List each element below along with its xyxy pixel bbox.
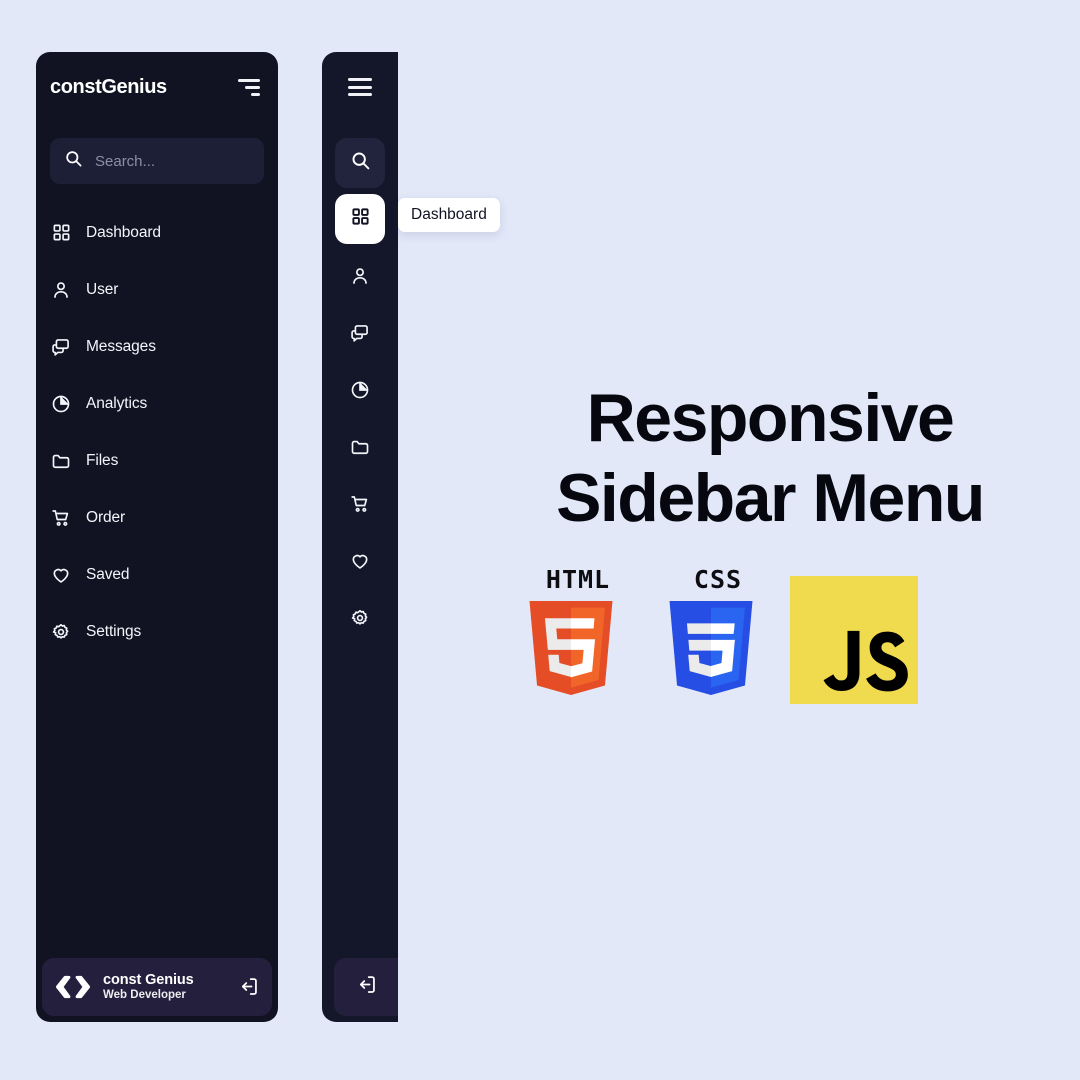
- collapsed-search-button[interactable]: [335, 138, 385, 188]
- gear-icon: [50, 621, 72, 643]
- expanded-sidebar: constGenius Search... Dashboard User Mes…: [36, 52, 278, 1022]
- sidebar-item-label: Saved: [86, 565, 130, 583]
- page-title-line-1: Responsive: [586, 380, 955, 456]
- collapsed-item-messages[interactable]: [335, 307, 385, 364]
- user-icon: [50, 279, 72, 301]
- collapsed-item-order[interactable]: [335, 478, 385, 535]
- sidebar-item-label: Settings: [86, 622, 142, 640]
- collapsed-item-settings[interactable]: [335, 592, 385, 649]
- cart-icon: [350, 494, 370, 519]
- sidebar-item-label: Messages: [86, 337, 156, 355]
- css3-logo-caption: CSS: [693, 565, 743, 594]
- collapsed-footer[interactable]: [334, 958, 398, 1016]
- sidebar-header: constGenius: [36, 52, 278, 122]
- search-placeholder: Search...: [95, 152, 156, 170]
- profile-name: const Genius: [103, 971, 194, 988]
- sidebar-item-saved[interactable]: Saved: [50, 546, 278, 603]
- collapsed-item-dashboard[interactable]: [335, 194, 385, 244]
- page-title-line-2: Sidebar Menu: [556, 460, 985, 537]
- heart-icon: [50, 564, 72, 586]
- sidebar-item-messages[interactable]: Messages: [50, 318, 278, 375]
- collapsed-item-analytics[interactable]: [335, 364, 385, 421]
- user-icon: [350, 266, 370, 291]
- sidebar-menu: Dashboard User Messages Analytics Files …: [36, 204, 278, 958]
- heart-icon: [350, 551, 370, 576]
- collapsed-menu: [322, 244, 398, 958]
- cart-icon: [50, 507, 72, 529]
- menu-collapse-icon[interactable]: [234, 76, 260, 98]
- folder-icon: [50, 450, 72, 472]
- collapsed-item-files[interactable]: [335, 421, 385, 478]
- tooltip-dashboard: Dashboard: [398, 198, 500, 232]
- sidebar-item-label: Files: [86, 451, 119, 469]
- message-icon: [350, 323, 370, 348]
- sidebar-item-label: Analytics: [86, 394, 148, 412]
- search-input[interactable]: Search...: [50, 138, 264, 184]
- page-title: Responsive Sidebar Menu: [460, 378, 1080, 538]
- pie-chart-icon: [350, 380, 370, 405]
- code-brackets-icon: [54, 968, 92, 1006]
- grid-icon: [50, 222, 72, 244]
- hamburger-icon[interactable]: [348, 78, 372, 96]
- sidebar-item-user[interactable]: User: [50, 261, 278, 318]
- sidebar-item-analytics[interactable]: Analytics: [50, 375, 278, 432]
- js-logo: [788, 565, 928, 710]
- collapsed-sidebar-header: [322, 52, 398, 122]
- pie-chart-icon: [50, 393, 72, 415]
- logout-icon[interactable]: [356, 974, 377, 1000]
- sidebar-profile-footer[interactable]: const Genius Web Developer: [42, 958, 272, 1016]
- collapsed-item-user[interactable]: [335, 250, 385, 307]
- profile-info: const Genius Web Developer: [103, 972, 227, 1003]
- gear-icon: [350, 608, 370, 633]
- message-icon: [50, 336, 72, 358]
- search-icon: [350, 150, 371, 176]
- html5-logo: HTML: [508, 565, 648, 710]
- sidebar-item-label: Order: [86, 508, 126, 526]
- grid-icon: [351, 207, 370, 231]
- sidebar-item-label: Dashboard: [86, 223, 161, 241]
- collapsed-item-saved[interactable]: [335, 535, 385, 592]
- sidebar-item-dashboard[interactable]: Dashboard: [50, 204, 278, 261]
- html5-logo-caption: HTML: [545, 565, 611, 594]
- page-root: constGenius Search... Dashboard User Mes…: [0, 0, 1080, 1080]
- sidebar-item-label: User: [86, 280, 119, 298]
- search-icon: [64, 149, 83, 173]
- profile-role: Web Developer: [103, 988, 186, 1001]
- sidebar-item-order[interactable]: Order: [50, 489, 278, 546]
- brand-logo: constGenius: [50, 75, 167, 98]
- sidebar-item-files[interactable]: Files: [50, 432, 278, 489]
- tech-logo-group: HTML CSS: [508, 560, 928, 710]
- folder-icon: [350, 437, 370, 462]
- css3-logo: CSS: [648, 565, 788, 710]
- collapsed-sidebar: [322, 52, 398, 1022]
- sidebar-item-settings[interactable]: Settings: [50, 603, 278, 660]
- logout-icon[interactable]: [238, 976, 260, 998]
